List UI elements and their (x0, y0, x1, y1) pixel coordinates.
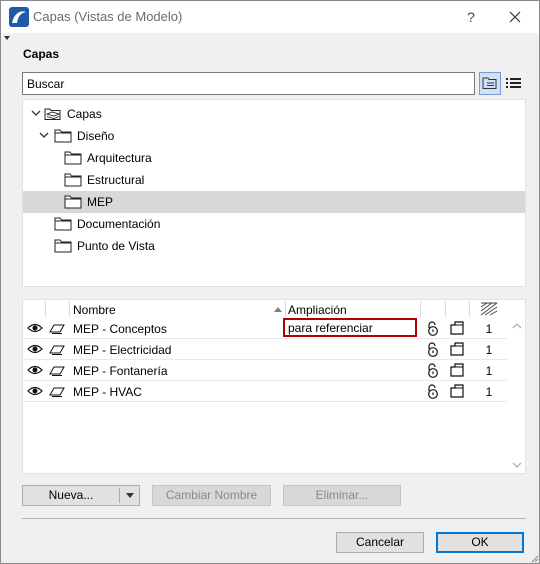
folder-icon (54, 129, 72, 143)
list-view-button[interactable] (503, 72, 525, 95)
collapse-icon[interactable] (4, 36, 10, 40)
section-title: Capas (23, 47, 60, 61)
layer-name[interactable]: MEP - HVAC (73, 385, 142, 399)
layer-row[interactable]: MEP - Conceptos para referenciar 1 (23, 318, 507, 339)
folder-icon (64, 195, 82, 209)
wireframe-icon[interactable] (450, 384, 464, 398)
layer-name[interactable]: MEP - Fontanería (73, 364, 168, 378)
help-button[interactable]: ? (458, 5, 484, 29)
tree-item-label: Estructural (87, 173, 145, 187)
cancel-button[interactable]: Cancelar (336, 532, 424, 553)
wireframe-icon[interactable] (450, 342, 464, 356)
layer-icon (49, 387, 65, 397)
eye-icon[interactable] (27, 364, 43, 376)
lock-icon[interactable] (425, 321, 441, 336)
layer-name[interactable]: MEP - Electricidad (73, 343, 171, 357)
tree-item-label: Punto de Vista (77, 239, 155, 253)
list-view-icon (506, 78, 521, 88)
new-layer-button[interactable]: Nueva... (22, 485, 140, 506)
tree-item-estructural[interactable]: Estructural (23, 169, 525, 191)
chevron-down-icon[interactable] (39, 130, 49, 140)
tree-item-capas[interactable]: Capas (23, 103, 525, 125)
lock-icon[interactable] (425, 363, 441, 378)
layer-row[interactable]: MEP - Electricidad 1 (23, 339, 507, 360)
scroll-up-icon[interactable] (512, 322, 522, 330)
split-divider (119, 488, 120, 503)
wireframe-icon[interactable] (450, 321, 464, 335)
wireframe-icon[interactable] (450, 363, 464, 377)
intersection-group-value[interactable]: 1 (481, 385, 497, 399)
layers-table: Nombre Ampliación MEP - Conceptos para r… (22, 299, 526, 474)
resize-grip-icon[interactable] (529, 553, 539, 563)
archicad-icon (9, 7, 29, 27)
folder-icon (54, 217, 72, 231)
column-separator (285, 301, 286, 317)
ok-button[interactable]: OK (436, 532, 524, 553)
folder-icon (64, 151, 82, 165)
folder-icon (64, 173, 82, 187)
layer-folder-tree: Capas Diseño Arquitectura Estructural ME… (22, 99, 526, 287)
tree-view-button[interactable] (479, 72, 501, 95)
tree-item-label: Diseño (77, 129, 115, 143)
extension-field[interactable]: para referenciar (283, 318, 417, 337)
new-layer-label: Nueva... (48, 488, 94, 502)
intersection-group-icon (480, 302, 498, 316)
intersection-group-value[interactable]: 1 (481, 364, 497, 378)
lock-icon[interactable] (425, 384, 441, 399)
close-icon (509, 11, 521, 23)
eye-icon[interactable] (27, 322, 43, 334)
tree-item-diseno[interactable]: Diseño (23, 125, 525, 147)
title-bar: Capas (Vistas de Modelo) ? (1, 1, 539, 33)
divider (22, 518, 526, 519)
tree-item-label: MEP (87, 195, 114, 209)
layer-icon (49, 324, 65, 334)
tree-item-label: Capas (67, 107, 102, 121)
tree-item-punto-de-vista[interactable]: Punto de Vista (23, 235, 525, 257)
layer-row[interactable]: MEP - Fontanería 1 (23, 360, 507, 381)
column-separator (69, 301, 70, 317)
tree-view-icon (482, 77, 497, 89)
column-separator (469, 301, 470, 317)
layer-row[interactable]: MEP - HVAC 1 (23, 381, 507, 402)
delete-button[interactable]: Eliminar... (283, 485, 401, 506)
column-separator (445, 301, 446, 317)
layer-name[interactable]: MEP - Conceptos (73, 322, 167, 336)
eye-icon[interactable] (27, 343, 43, 355)
tree-item-label: Arquitectura (87, 151, 152, 165)
scroll-down-icon[interactable] (512, 461, 522, 469)
intersection-group-value[interactable]: 1 (481, 322, 497, 336)
search-input[interactable] (22, 72, 475, 95)
folder-icon (54, 239, 72, 253)
tree-item-documentacion[interactable]: Documentación (23, 213, 525, 235)
layer-icon (49, 366, 65, 376)
column-separator (45, 301, 46, 317)
intersection-group-value[interactable]: 1 (481, 343, 497, 357)
sort-ascending-icon (274, 307, 282, 312)
lock-icon[interactable] (425, 342, 441, 357)
tree-item-label: Documentación (77, 217, 161, 231)
column-separator (420, 301, 421, 317)
chevron-down-icon[interactable] (31, 108, 41, 118)
tree-item-mep[interactable]: MEP (23, 191, 525, 213)
chevron-down-icon[interactable] (126, 493, 134, 498)
rename-button[interactable]: Cambiar Nombre (152, 485, 271, 506)
layers-dialog: Capas (Vistas de Modelo) ? Capas Capas (0, 0, 540, 564)
layer-icon (49, 345, 65, 355)
window-title: Capas (Vistas de Modelo) (33, 9, 183, 24)
close-button[interactable] (501, 5, 529, 29)
tree-item-arquitectura[interactable]: Arquitectura (23, 147, 525, 169)
layers-stack-icon (44, 108, 61, 120)
eye-icon[interactable] (27, 385, 43, 397)
